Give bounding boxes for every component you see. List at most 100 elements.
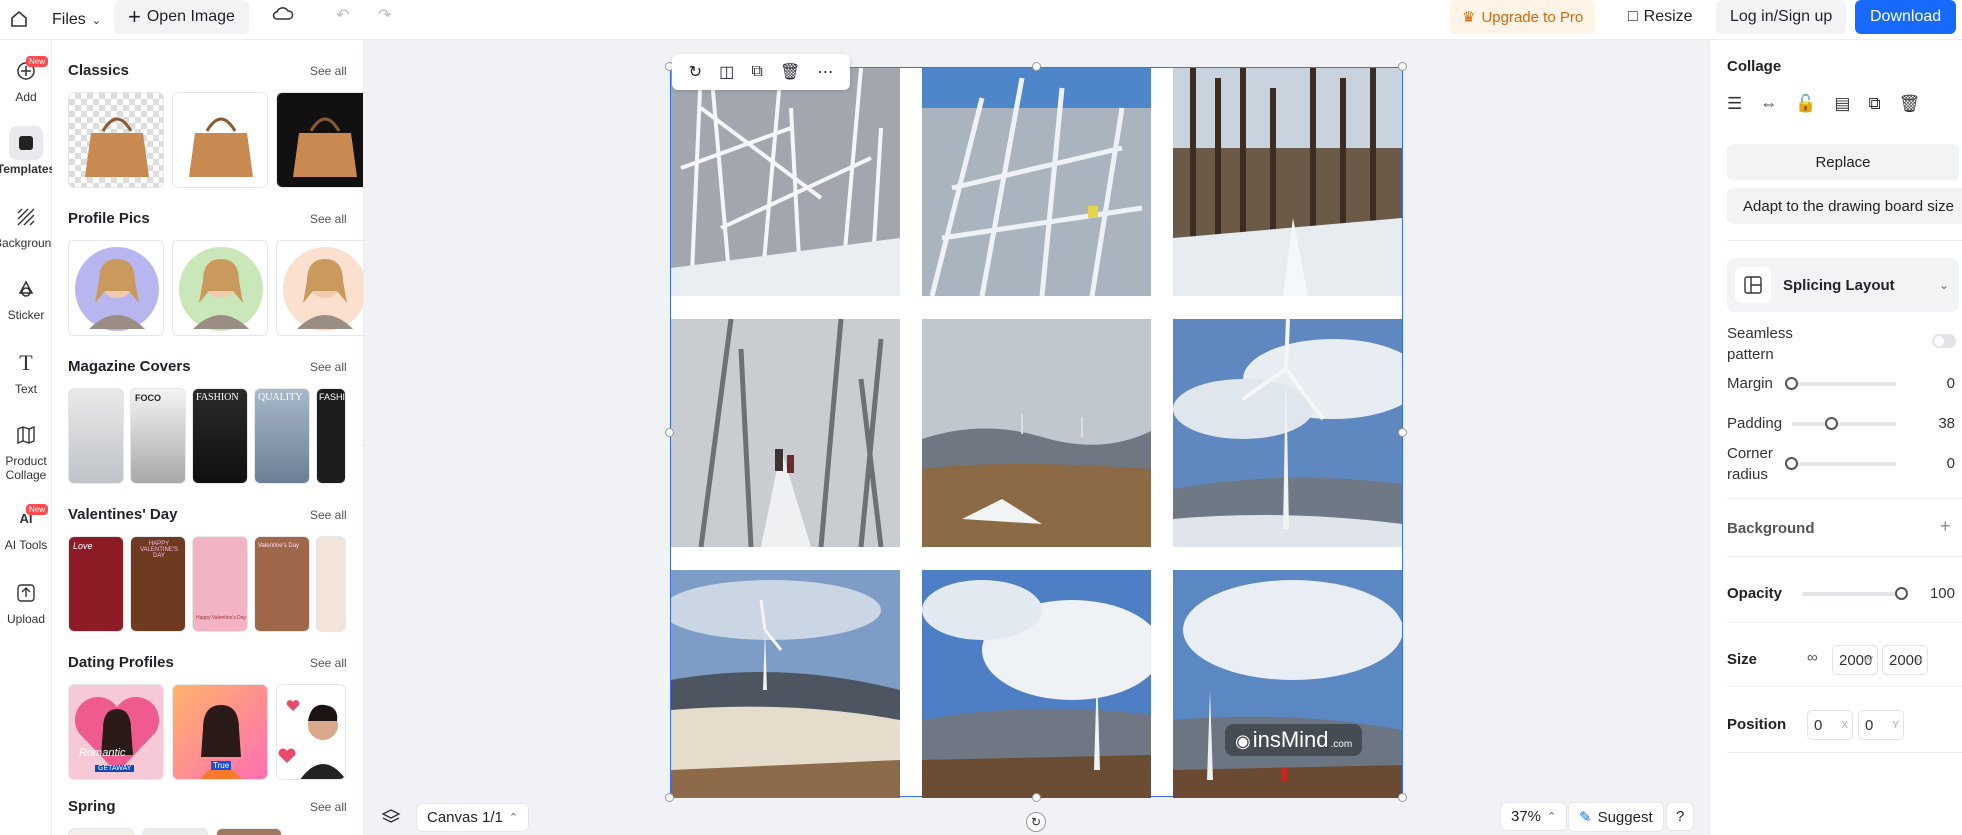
template-thumb[interactable]: True [172, 684, 268, 780]
template-thumb[interactable]: Valentine's Day [254, 536, 310, 632]
resize-handle-top[interactable] [1032, 62, 1041, 71]
login-button[interactable]: Log in/Sign up [1716, 0, 1847, 34]
rail-item-upload[interactable]: Upload [0, 576, 52, 626]
template-thumb[interactable] [172, 92, 268, 188]
resize-handle-br[interactable] [1398, 793, 1407, 802]
template-thumb[interactable]: Love [68, 536, 124, 632]
rail-item-ai-tools[interactable]: AI New AI Tools [0, 502, 52, 552]
rail-item-product-collage[interactable]: Product Collage [0, 418, 52, 482]
template-thumb[interactable] [276, 92, 363, 188]
open-image-button[interactable]: + Open Image [114, 0, 249, 34]
rail-item-background[interactable]: Background [0, 200, 58, 250]
template-thumb[interactable] [316, 536, 346, 632]
margin-slider[interactable] [1785, 377, 1896, 390]
rail-item-text[interactable]: T Text [0, 346, 52, 397]
width-input[interactable]: 2000 W [1832, 645, 1878, 675]
slider-knob[interactable] [1785, 457, 1798, 470]
padding-slider[interactable] [1792, 417, 1896, 430]
collage-cell[interactable] [922, 570, 1151, 798]
undo-icon[interactable]: ↶ [336, 5, 349, 25]
template-thumb[interactable]: Romantic GETAWAY [68, 684, 164, 780]
resize-handle-right[interactable] [1398, 428, 1407, 437]
corner-radius-slider[interactable] [1785, 457, 1896, 470]
layers-icon[interactable]: ☰ [1727, 94, 1742, 114]
layout-label: Splicing Layout [1783, 276, 1895, 294]
files-menu[interactable]: Files ⌄ [52, 6, 101, 34]
position-x-input[interactable]: 0X [1807, 710, 1853, 740]
home-icon[interactable] [4, 4, 34, 34]
height-input[interactable]: 2000 H [1882, 645, 1928, 675]
template-thumb[interactable] [68, 388, 124, 484]
slider-knob[interactable] [1824, 417, 1838, 430]
seamless-toggle[interactable] [1932, 334, 1956, 348]
see-all-link[interactable]: See all [310, 656, 347, 670]
template-thumb[interactable]: QUALITY [254, 388, 310, 484]
rail-item-templates[interactable]: Templates [0, 126, 55, 176]
download-button[interactable]: Download [1855, 0, 1957, 34]
template-thumb[interactable]: FASHI [316, 388, 346, 484]
trash-icon[interactable]: 🗑 [780, 62, 800, 82]
position-y-input[interactable]: 0Y [1858, 710, 1904, 740]
adapt-button[interactable]: Adapt to the drawing board size [1727, 188, 1962, 224]
resize-handle-bl[interactable] [665, 793, 674, 802]
resize-handle-left[interactable] [665, 428, 674, 437]
trash-icon[interactable]: 🗑 [1899, 94, 1921, 114]
collage-cell[interactable]: ◉ insMind .com [1173, 570, 1402, 798]
template-thumb[interactable] [172, 240, 268, 336]
more-icon[interactable]: ⋯ [817, 62, 833, 82]
layers-icon[interactable] [376, 802, 406, 832]
refresh-icon[interactable]: ↻ [689, 62, 702, 82]
unlock-icon[interactable]: 🔓 [1795, 94, 1816, 114]
duplicate-icon[interactable]: ⧉ [1868, 94, 1880, 114]
replace-button[interactable]: Replace [1727, 144, 1959, 180]
template-thumb[interactable]: FASHION [192, 388, 248, 484]
canvas-page-selector[interactable]: Canvas 1/1 ⌃ [416, 802, 530, 832]
rotate-icon[interactable]: ↻ [1026, 812, 1046, 832]
template-thumb[interactable] [68, 828, 134, 835]
collage-cell[interactable] [1173, 68, 1402, 296]
layout-icon[interactable]: ◫ [719, 62, 734, 82]
cloud-icon[interactable] [272, 5, 294, 21]
rail-item-add[interactable]: New Add [0, 54, 52, 104]
slider-knob[interactable] [1895, 587, 1908, 600]
sticker-icon [9, 272, 43, 306]
paint-roller-icon[interactable]: ▤ [1834, 94, 1850, 114]
see-all-link[interactable]: See all [310, 212, 347, 226]
template-thumb[interactable] [216, 828, 282, 835]
see-all-link[interactable]: See all [310, 64, 347, 78]
resize-handle-tr[interactable] [1398, 62, 1407, 71]
collage-cell[interactable] [1173, 319, 1402, 547]
see-all-link[interactable]: See all [310, 508, 347, 522]
zoom-control[interactable]: 37% ⌃ [1500, 802, 1568, 831]
resize-handle-bottom[interactable] [1032, 793, 1041, 802]
template-thumb[interactable] [142, 828, 208, 835]
duplicate-icon[interactable]: ⧉ [751, 63, 762, 81]
template-thumb[interactable] [276, 684, 346, 780]
template-thumb[interactable] [276, 240, 363, 336]
slider-knob[interactable] [1785, 377, 1798, 390]
template-thumb[interactable]: FOCO [130, 388, 186, 484]
flip-icon[interactable]: ⇔ [1760, 94, 1777, 114]
collage-cell[interactable] [922, 319, 1151, 547]
rail-item-sticker[interactable]: Sticker [0, 272, 52, 322]
opacity-slider[interactable] [1802, 587, 1908, 600]
template-thumb[interactable] [68, 240, 164, 336]
collage-canvas[interactable]: ◉ insMind .com [670, 67, 1403, 798]
redo-icon[interactable]: ↷ [378, 5, 391, 25]
collage-cell[interactable] [671, 68, 900, 296]
see-all-link[interactable]: See all [310, 360, 347, 374]
suggest-button[interactable]: ✎ Suggest [1568, 802, 1664, 832]
link-ratio-icon[interactable]: ∞ [1807, 649, 1818, 666]
collage-cell[interactable] [671, 319, 900, 547]
layout-selector[interactable]: Splicing Layout ⌄ [1727, 258, 1959, 312]
collage-cell[interactable] [922, 68, 1151, 296]
upgrade-button[interactable]: ♛ Upgrade to Pro [1450, 0, 1596, 34]
resize-button[interactable]: □ Resize [1624, 0, 1697, 34]
see-all-link[interactable]: See all [310, 800, 347, 814]
add-background-icon[interactable]: + [1940, 516, 1951, 537]
help-button[interactable]: ? [1666, 802, 1695, 831]
collage-cell[interactable] [671, 570, 900, 798]
template-thumb[interactable]: Happy Valentine's Day [192, 536, 248, 632]
template-thumb[interactable]: HAPPY VALENTINE'S DAY [130, 536, 186, 632]
template-thumb[interactable] [68, 92, 164, 188]
